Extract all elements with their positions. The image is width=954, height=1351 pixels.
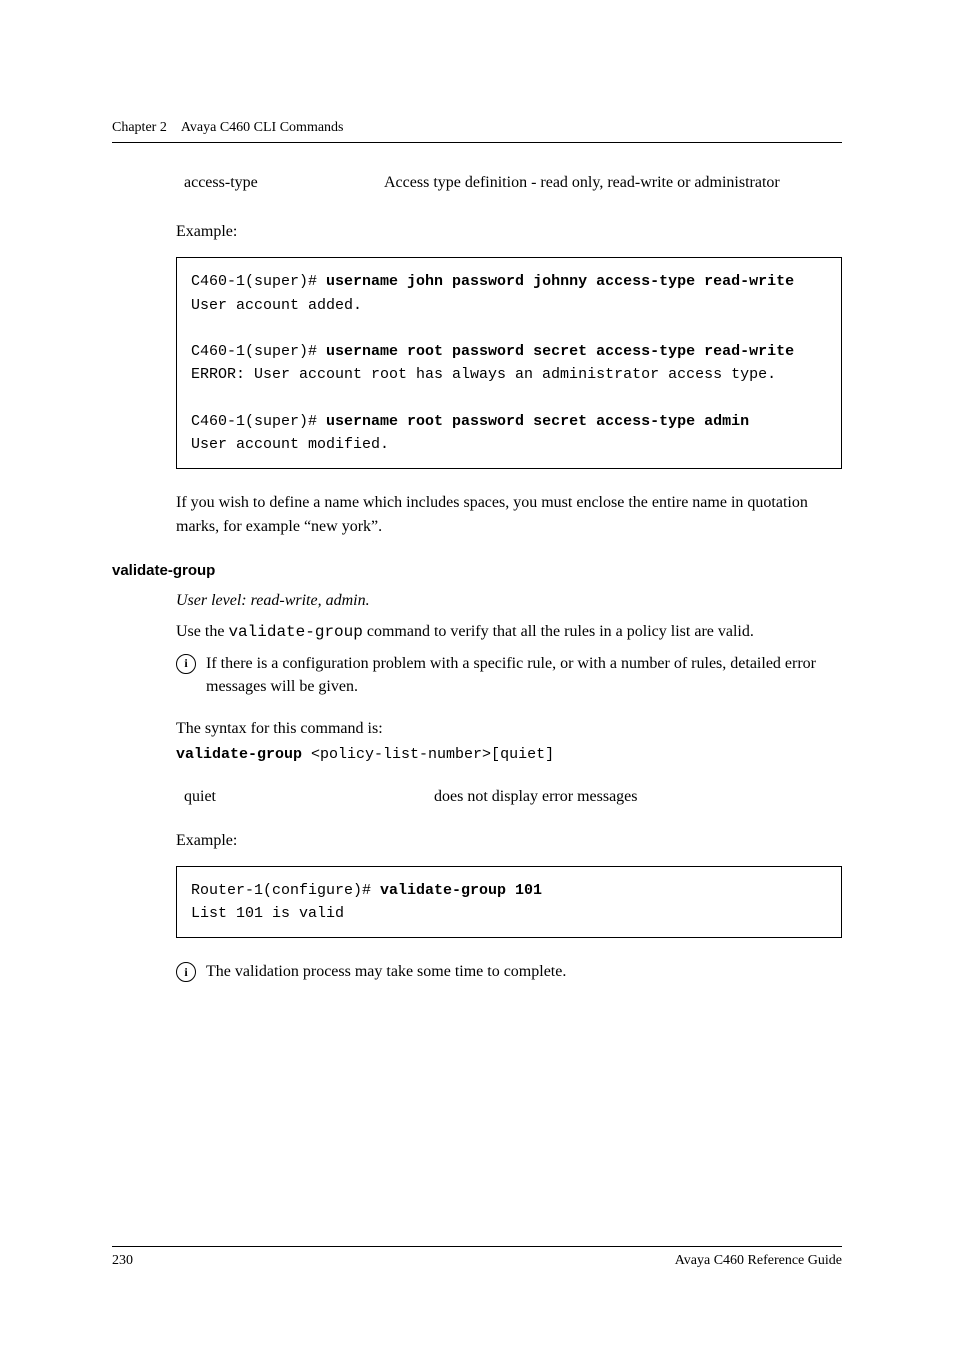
info-text: The validation process may take some tim… [206, 960, 842, 983]
code-example-1: C460-1(super)# username john password jo… [176, 257, 842, 469]
body-section-1: Example: C460-1(super)# username john pa… [176, 220, 842, 538]
param-name: access-type [184, 171, 384, 194]
param-desc: Access type definition - read only, read… [384, 171, 842, 194]
code-text: C460-1(super)# [191, 343, 326, 360]
info-icon: i [176, 654, 196, 674]
code-text: Router-1(configure)# [191, 882, 380, 899]
footer-row: 230 Avaya C460 Reference Guide [112, 1253, 842, 1269]
note-paragraph: If you wish to define a name which inclu… [176, 491, 842, 537]
syntax-args: <policy-list-number>[quiet] [302, 746, 554, 763]
example-label: Example: [176, 829, 842, 852]
code-bold: username root password secret access-typ… [326, 343, 794, 360]
info-text: If there is a configuration problem with… [206, 652, 842, 698]
user-level: User level: read-write, admin. [176, 589, 842, 612]
param-name: quiet [184, 785, 434, 808]
code-example-2: Router-1(configure)# validate-group 101 … [176, 866, 842, 939]
page-footer: 230 Avaya C460 Reference Guide [112, 1246, 842, 1269]
syntax-line: validate-group <policy-list-number>[quie… [176, 744, 842, 766]
command-description: Use the validate-group command to verify… [176, 620, 842, 644]
code-bold: username john password johnny access-typ… [326, 273, 794, 290]
desc-text: command to verify that all the rules in … [363, 623, 754, 640]
code-text: C460-1(super)# [191, 273, 326, 290]
footer-title: Avaya C460 Reference Guide [675, 1253, 842, 1269]
code-text: ERROR: User account root has always an a… [191, 366, 776, 383]
parameter-row: quiet does not display error messages [184, 785, 842, 808]
section-heading-validate-group: validate-group [112, 562, 842, 579]
info-icon: i [176, 962, 196, 982]
code-text: User account modified. [191, 436, 389, 453]
example-label: Example: [176, 220, 842, 243]
header-rule [112, 142, 842, 143]
parameter-row: access-type Access type definition - rea… [184, 171, 842, 194]
code-bold: validate-group 101 [380, 882, 542, 899]
chapter-label: Chapter 2 [112, 120, 167, 135]
info-note-2: i The validation process may take some t… [176, 960, 842, 983]
info-note-1: i If there is a configuration problem wi… [176, 652, 842, 698]
code-text: User account added. [191, 297, 362, 314]
param-desc: does not display error messages [434, 785, 842, 808]
code-text: List 101 is valid [191, 905, 344, 922]
footer-rule [112, 1246, 842, 1247]
chapter-title: Avaya C460 CLI Commands [181, 120, 344, 135]
code-text: C460-1(super)# [191, 413, 326, 430]
syntax-cmd: validate-group [176, 746, 302, 763]
code-bold: username root password secret access-typ… [326, 413, 749, 430]
desc-cmd: validate-group [228, 623, 362, 641]
desc-text: Use the [176, 623, 228, 640]
page: Chapter 2 Avaya C460 CLI Commands access… [0, 0, 954, 1351]
running-header: Chapter 2 Avaya C460 CLI Commands [112, 120, 842, 136]
syntax-label: The syntax for this command is: [176, 717, 842, 740]
body-section-2: User level: read-write, admin. Use the v… [176, 589, 842, 984]
page-number: 230 [112, 1253, 133, 1269]
